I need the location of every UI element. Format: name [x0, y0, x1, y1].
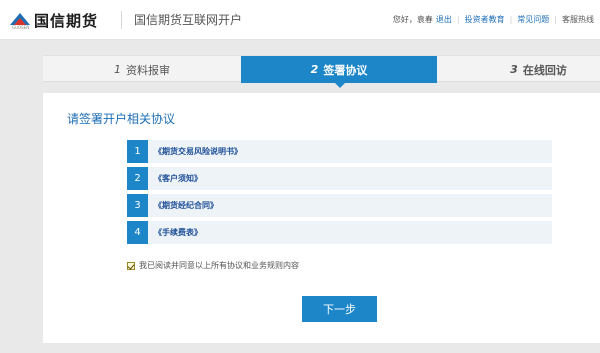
main-card: 请签署开户相关协议 1 《期货交易风险说明书》 2 《客户须知》 3 《期货经纪…	[43, 93, 600, 343]
page-title: 请签署开户相关协议	[67, 112, 176, 126]
agreement-item: 3 《期货经纪合同》	[127, 194, 552, 217]
step-number: 3	[510, 63, 518, 76]
agreement-item: 4 《手续费表》	[127, 221, 552, 244]
step-label: 签署协议	[323, 63, 368, 77]
step-number: 1	[114, 63, 121, 76]
step-1: 1 资料报审	[43, 56, 241, 83]
brand-logo[interactable]: 国信期货 GUOSEN	[8, 9, 98, 31]
top-header: 国信期货 GUOSEN 国信期货互联网开户 您好，袁春 退出 | 投资者教育 |…	[0, 0, 600, 40]
agreement-number: 1	[127, 140, 148, 163]
logout-link[interactable]: 退出	[436, 14, 452, 25]
step-label: 资料报审	[126, 63, 170, 77]
agreement-link-fee-schedule[interactable]: 《手续费表》	[154, 227, 202, 238]
greeting: 您好，袁春	[392, 15, 433, 24]
agreement-number: 4	[127, 221, 148, 244]
top-links: 您好，袁春 退出 | 投资者教育 | 常见问题 | 客服热线	[393, 14, 594, 25]
consent-label: 我已阅读并同意以上所有协议和业务规则内容	[139, 261, 299, 270]
step-label: 在线回访	[522, 63, 567, 77]
agreement-item: 1 《期货交易风险说明书》	[127, 140, 552, 163]
site-title: 国信期货互联网开户	[134, 13, 243, 27]
consent-checkbox[interactable]	[127, 261, 135, 270]
brand-name: 国信期货	[34, 11, 99, 30]
brand-sub: GUOSEN	[12, 25, 30, 30]
link-divider: |	[554, 15, 557, 24]
progress-steps: 1 资料报审 2 签署协议 3 在线回访	[43, 55, 600, 83]
next-step-button[interactable]: 下一步	[302, 296, 377, 322]
link-divider: |	[456, 15, 460, 24]
hotline-label: 客服热线	[562, 15, 594, 24]
agreement-number: 3	[127, 194, 148, 217]
agreement-link-brokerage-contract[interactable]: 《期货经纪合同》	[154, 200, 218, 211]
agreement-link-customer-notice[interactable]: 《客户须知》	[154, 173, 202, 184]
header-divider	[121, 11, 122, 29]
agreement-item: 2 《客户须知》	[127, 167, 552, 190]
step-3: 3 在线回访	[437, 56, 600, 83]
agreement-number: 2	[127, 167, 148, 190]
consent-row: 我已阅读并同意以上所有协议和业务规则内容	[127, 260, 299, 271]
investor-education-link[interactable]: 投资者教育	[465, 14, 505, 25]
faq-link[interactable]: 常见问题	[517, 14, 549, 25]
step-2-active: 2 签署协议	[241, 56, 437, 83]
step-number: 2	[310, 63, 319, 76]
agreement-link-risk-disclosure[interactable]: 《期货交易风险说明书》	[154, 146, 242, 157]
agreement-list: 1 《期货交易风险说明书》 2 《客户须知》 3 《期货经纪合同》 4 《手续费…	[127, 140, 552, 248]
link-divider: |	[509, 15, 513, 24]
active-step-arrow-icon	[334, 82, 346, 88]
